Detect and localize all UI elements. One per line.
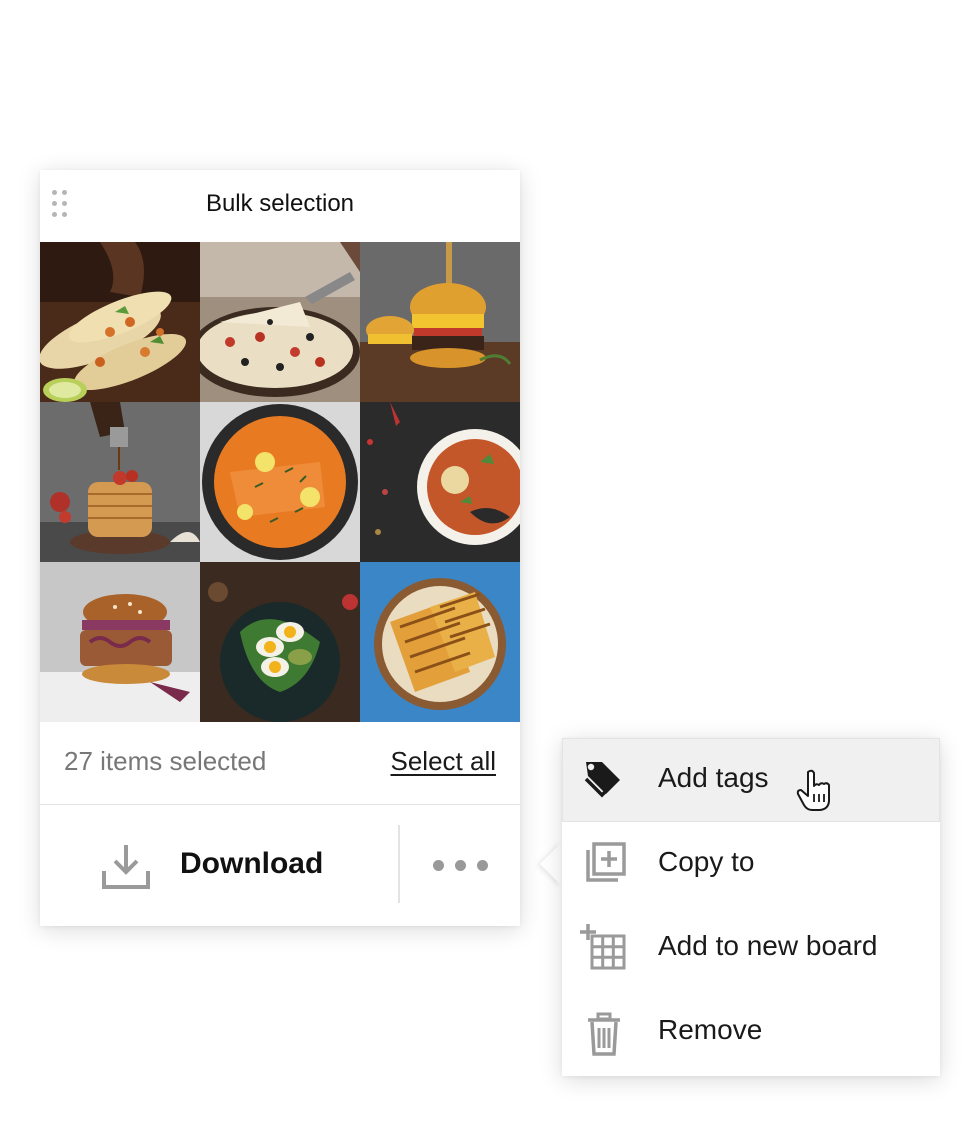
- photo-salmon-curry[interactable]: [200, 402, 360, 562]
- select-all-link[interactable]: Select all: [391, 746, 497, 777]
- action-row: Download: [40, 805, 520, 926]
- photo-pizza[interactable]: [200, 242, 360, 402]
- panel-title: Bulk selection: [205, 190, 355, 217]
- copy-to-icon: [586, 842, 626, 882]
- menu-item-add-tags[interactable]: Add tags: [562, 738, 940, 822]
- photo-soup[interactable]: [360, 402, 520, 562]
- photo-pancakes[interactable]: [40, 402, 200, 562]
- menu-item-label: Add to new board: [658, 930, 878, 961]
- menu-item-copy-to[interactable]: Copy to: [562, 822, 940, 906]
- menu-pointer: [540, 842, 562, 886]
- photo-burger[interactable]: [360, 242, 520, 402]
- menu-item-label: Copy to: [658, 846, 755, 877]
- tag-icon: [584, 762, 620, 798]
- bulk-selection-panel: Bulk selection 27 items selected Select …: [40, 170, 520, 926]
- menu-item-label: Remove: [658, 1014, 763, 1045]
- download-icon: [102, 845, 150, 889]
- panel-header: Bulk selection: [40, 170, 520, 242]
- more-options-button[interactable]: [400, 805, 520, 926]
- menu-item-label: Add tags: [658, 762, 769, 793]
- selected-count-label: 27 items selected: [64, 746, 267, 776]
- selection-row: 27 items selected Select all: [40, 722, 520, 805]
- photo-grilled-sandwich[interactable]: [360, 562, 520, 722]
- menu-item-remove[interactable]: Remove: [562, 990, 940, 1074]
- more-dots-icon: [433, 860, 488, 871]
- download-label: Download: [180, 847, 324, 880]
- more-options-menu: Add tags Copy to Add to new board Remove: [562, 738, 940, 1076]
- photo-tacos[interactable]: [40, 242, 200, 402]
- photo-pulled-pork-burger[interactable]: [40, 562, 200, 722]
- menu-item-add-to-new-board[interactable]: Add to new board: [562, 906, 940, 990]
- trash-icon: [588, 1012, 620, 1056]
- photo-grid: [40, 242, 520, 722]
- hand-pointer-icon: [796, 769, 830, 811]
- add-board-icon: [580, 924, 626, 970]
- download-button[interactable]: Download: [40, 805, 398, 926]
- photo-egg-salad[interactable]: [200, 562, 360, 722]
